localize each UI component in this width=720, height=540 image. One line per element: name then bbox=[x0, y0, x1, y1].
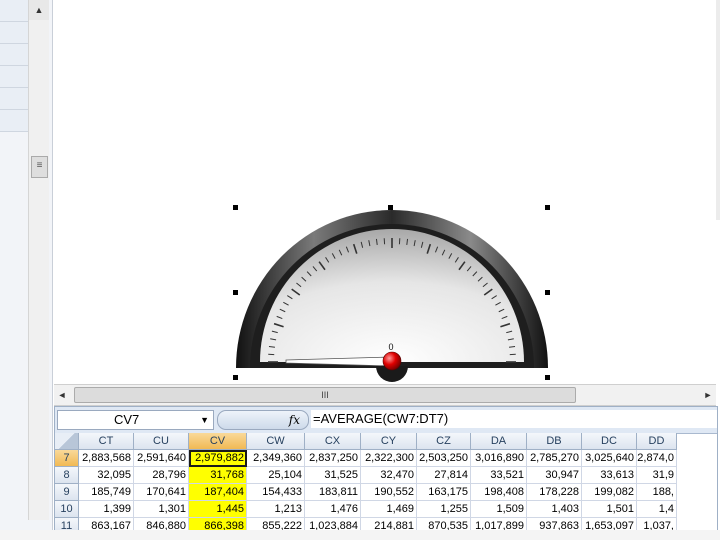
table-cell[interactable]: 190,552 bbox=[361, 484, 417, 501]
scroll-right-button[interactable]: ► bbox=[700, 385, 716, 405]
list-item[interactable] bbox=[0, 110, 28, 132]
status-strip bbox=[0, 530, 720, 540]
formula-bar: CV7 ▼ fx =AVERAGE(CW7:DT7) bbox=[55, 407, 717, 434]
row-header[interactable]: 7 bbox=[55, 450, 79, 467]
table-cell[interactable]: 31,525 bbox=[305, 467, 361, 484]
left-panel: ▲ ≡ bbox=[0, 0, 53, 540]
gauge-value-label: 0 bbox=[388, 342, 393, 352]
table-cell[interactable]: 1,445 bbox=[189, 501, 247, 518]
table-cell[interactable]: 1,469 bbox=[361, 501, 417, 518]
list-item[interactable] bbox=[0, 88, 28, 110]
table-cell[interactable]: 185,749 bbox=[79, 484, 134, 501]
horizontal-scrollbar[interactable]: ◄ III ► bbox=[54, 384, 716, 406]
table-cell[interactable]: 1,255 bbox=[417, 501, 471, 518]
table-cell[interactable]: 33,521 bbox=[471, 467, 527, 484]
table-cell[interactable]: 33,613 bbox=[582, 467, 637, 484]
table-cell[interactable]: 1,301 bbox=[134, 501, 189, 518]
column-header-row: CT CU CV CW CX CY CZ DA DB DC DD bbox=[55, 433, 677, 450]
horizontal-scroll-thumb[interactable]: III bbox=[74, 387, 576, 403]
spreadsheet-window: CV7 ▼ fx =AVERAGE(CW7:DT7) CT CU CV CW CX CY C… bbox=[54, 406, 718, 532]
column-header[interactable]: CT bbox=[79, 433, 134, 450]
table-cell[interactable]: 30,947 bbox=[527, 467, 582, 484]
table-cell[interactable]: 2,322,300 bbox=[361, 450, 417, 467]
table-cell[interactable]: 1,476 bbox=[305, 501, 361, 518]
table-cell[interactable]: 2,349,360 bbox=[247, 450, 305, 467]
row-header[interactable]: 8 bbox=[55, 467, 79, 484]
table-cell[interactable]: 31,768 bbox=[189, 467, 247, 484]
table-cell[interactable]: 183,811 bbox=[305, 484, 361, 501]
name-box-value: CV7 bbox=[114, 412, 140, 427]
table-cell[interactable]: 1,213 bbox=[247, 501, 305, 518]
scroll-up-button[interactable]: ▲ bbox=[29, 0, 49, 20]
column-header[interactable]: CY bbox=[361, 433, 417, 450]
table-row: 7 2,883,568 2,591,640 2,979,882 2,349,360 2,8… bbox=[55, 450, 677, 467]
table-cell[interactable]: 32,470 bbox=[361, 467, 417, 484]
table-cell[interactable]: 3,016,890 bbox=[471, 450, 527, 467]
table-cell[interactable]: 2,883,568 bbox=[79, 450, 134, 467]
row-header[interactable]: 9 bbox=[55, 484, 79, 501]
table-cell[interactable]: 28,796 bbox=[134, 467, 189, 484]
gauge-chart[interactable]: 0 bbox=[54, 0, 716, 382]
table-cell[interactable]: 170,641 bbox=[134, 484, 189, 501]
select-all-corner[interactable] bbox=[55, 433, 79, 450]
table-cell[interactable]: 1,509 bbox=[471, 501, 527, 518]
spreadsheet-grid[interactable]: CT CU CV CW CX CY CZ DA DB DC DD 7 2,883,568 2,591,64… bbox=[55, 433, 677, 531]
table-row: 8 32,095 28,796 31,768 25,104 31,525 32,470 27,… bbox=[55, 467, 677, 484]
table-cell[interactable]: 154,433 bbox=[247, 484, 305, 501]
gauge-hub-knob bbox=[382, 351, 402, 371]
table-cell[interactable]: 2,874,0 bbox=[637, 450, 677, 467]
left-panel-rows bbox=[0, 0, 28, 132]
table-cell[interactable]: 178,228 bbox=[527, 484, 582, 501]
row-header[interactable]: 10 bbox=[55, 501, 79, 518]
formula-input[interactable]: =AVERAGE(CW7:DT7) bbox=[311, 410, 717, 428]
table-cell[interactable]: 31,9 bbox=[637, 467, 677, 484]
column-header[interactable]: CZ bbox=[417, 433, 471, 450]
table-row: 9 185,749 170,641 187,404 154,433 183,811 190,… bbox=[55, 484, 677, 501]
table-row: 10 1,399 1,301 1,445 1,213 1,476 1,469 1,255 1,5… bbox=[55, 501, 677, 518]
table-cell[interactable]: 2,837,250 bbox=[305, 450, 361, 467]
fx-icon: fx bbox=[288, 413, 300, 427]
vertical-scrollbar[interactable]: ▲ ≡ bbox=[28, 0, 49, 520]
table-cell[interactable]: 2,503,250 bbox=[417, 450, 471, 467]
table-cell[interactable]: 1,403 bbox=[527, 501, 582, 518]
table-cell[interactable]: 199,082 bbox=[582, 484, 637, 501]
list-item[interactable] bbox=[0, 0, 28, 22]
column-header[interactable]: DC bbox=[582, 433, 637, 450]
scroll-left-button[interactable]: ◄ bbox=[54, 385, 70, 405]
table-cell[interactable]: 2,785,270 bbox=[527, 450, 582, 467]
table-cell[interactable]: 163,175 bbox=[417, 484, 471, 501]
table-cell[interactable]: 2,979,882 bbox=[189, 450, 247, 467]
table-cell[interactable]: 25,104 bbox=[247, 467, 305, 484]
table-cell[interactable]: 32,095 bbox=[79, 467, 134, 484]
list-item[interactable] bbox=[0, 66, 28, 88]
table-cell[interactable]: 3,025,640 bbox=[582, 450, 637, 467]
column-header[interactable]: CX bbox=[305, 433, 361, 450]
scroll-thumb[interactable]: ≡ bbox=[31, 156, 48, 178]
insert-function-button[interactable]: fx bbox=[217, 410, 309, 430]
list-item[interactable] bbox=[0, 22, 28, 44]
column-header[interactable]: CU bbox=[134, 433, 189, 450]
column-header[interactable]: DB bbox=[527, 433, 582, 450]
table-cell[interactable]: 1,501 bbox=[582, 501, 637, 518]
table-cell[interactable]: 1,4 bbox=[637, 501, 677, 518]
column-header[interactable]: CV bbox=[189, 433, 247, 450]
table-cell[interactable]: 188, bbox=[637, 484, 677, 501]
column-header[interactable]: DA bbox=[471, 433, 527, 450]
column-header[interactable]: CW bbox=[247, 433, 305, 450]
list-item[interactable] bbox=[0, 44, 28, 66]
name-box[interactable]: CV7 ▼ bbox=[57, 410, 214, 430]
table-cell[interactable]: 2,591,640 bbox=[134, 450, 189, 467]
table-cell[interactable]: 198,408 bbox=[471, 484, 527, 501]
table-cell[interactable]: 27,814 bbox=[417, 467, 471, 484]
chevron-down-icon[interactable]: ▼ bbox=[200, 411, 209, 429]
table-cell[interactable]: 1,399 bbox=[79, 501, 134, 518]
chart-canvas: 0 bbox=[54, 0, 716, 382]
table-cell[interactable]: 187,404 bbox=[189, 484, 247, 501]
column-header[interactable]: DD bbox=[637, 433, 677, 450]
